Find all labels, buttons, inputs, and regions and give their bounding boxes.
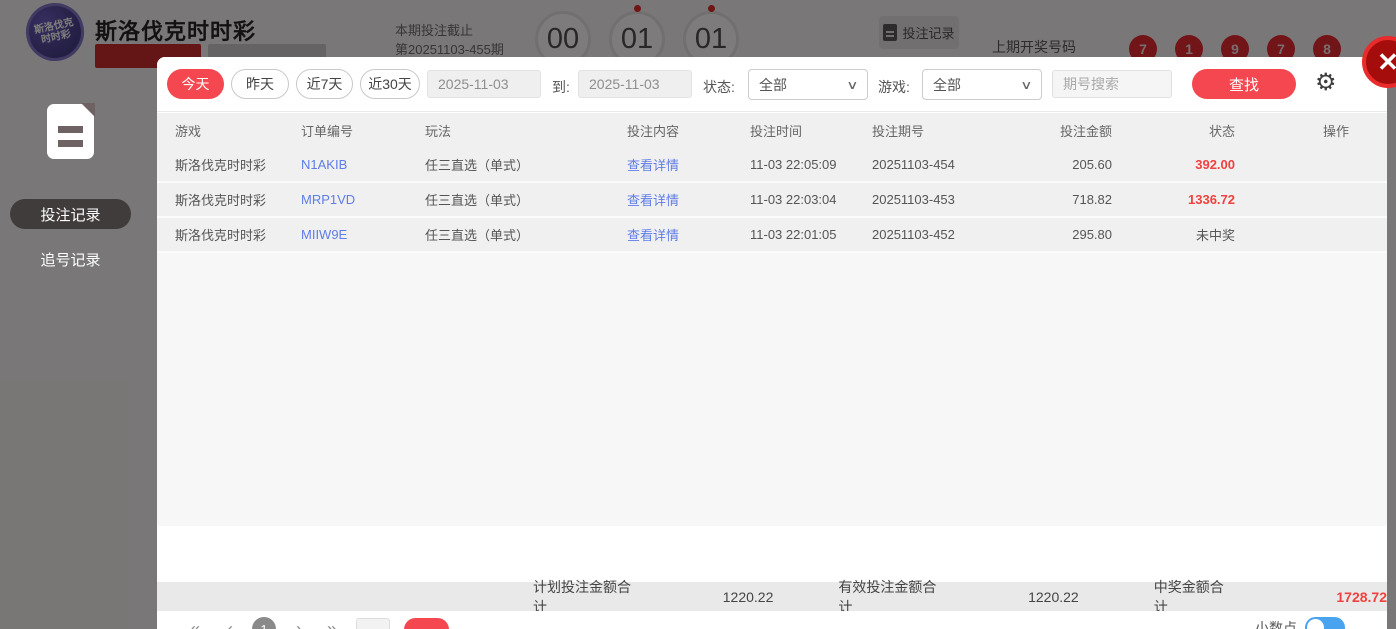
order-link[interactable]: N1AKIB	[301, 157, 347, 172]
date-from-input[interactable]	[427, 70, 541, 98]
cell-play: 任三直选（单式）	[425, 193, 530, 208]
bet-records-modal: 今天 昨天 近7天 近30天 到: 状态: 全部 ∨ 游戏: 全部 ∨ 查找 ⚙…	[157, 57, 1387, 629]
filter-bar: 今天 昨天 近7天 近30天 到: 状态: 全部 ∨ 游戏: 全部 ∨ 查找 ⚙	[157, 57, 1387, 112]
cell-status: 未中奖	[1195, 228, 1235, 243]
page-jump-input[interactable]	[356, 617, 390, 629]
status-select-value: 全部	[759, 76, 787, 93]
header-action: 操作	[1322, 124, 1349, 139]
cell-game: 斯洛伐克时时彩	[175, 158, 267, 173]
order-link[interactable]: MIIW9E	[301, 227, 347, 242]
sidebar-item-bet-records[interactable]: 投注记录	[10, 199, 131, 229]
decimal-label: 小数点	[1255, 619, 1297, 629]
last-page-button[interactable]: »	[322, 619, 342, 629]
view-details-link[interactable]: 查看详情	[627, 228, 679, 243]
game-select-value: 全部	[933, 76, 961, 93]
quick-filter-30days[interactable]: 近30天	[360, 69, 420, 99]
cell-amount: 295.80	[1072, 227, 1112, 242]
cell-status: 1336.72	[1188, 192, 1235, 207]
decimal-toggle[interactable]	[1305, 617, 1345, 629]
game-select[interactable]: 全部 ∨	[922, 69, 1042, 100]
header-content: 投注内容	[627, 124, 680, 139]
header-status: 状态	[1208, 124, 1235, 139]
header-amount: 投注金额	[1059, 124, 1112, 139]
cell-amount: 718.82	[1072, 192, 1112, 207]
cell-issue: 20251103-454	[872, 157, 955, 172]
table-row: 斯洛伐克时时彩 MRP1VD 任三直选（单式） 查看详情 11-03 22:03…	[157, 183, 1387, 218]
date-to-input[interactable]	[578, 70, 692, 98]
header-game: 游戏	[175, 124, 202, 139]
cell-time: 11-03 22:01:05	[750, 227, 837, 242]
pagination-bar: « ‹ 1 › » 小数点	[157, 611, 1387, 629]
page-jump-button[interactable]	[404, 617, 449, 629]
status-label: 状态:	[703, 79, 735, 95]
cell-issue: 20251103-452	[872, 227, 955, 242]
quick-filter-yesterday[interactable]: 昨天	[231, 69, 289, 99]
records-icon	[47, 103, 95, 159]
table-row: 斯洛伐克时时彩 N1AKIB 任三直选（单式） 查看详情 11-03 22:05…	[157, 148, 1387, 183]
header-play: 玩法	[425, 124, 452, 139]
cell-game: 斯洛伐克时时彩	[175, 228, 267, 243]
valid-total-value: 1220.22	[1028, 588, 1079, 605]
records-table: 游戏 订单编号 玩法 投注内容 投注时间 投注期号 投注金额 状态 操作 斯洛伐…	[157, 113, 1387, 526]
cell-amount: 205.60	[1072, 157, 1112, 172]
cell-issue: 20251103-453	[872, 192, 955, 207]
chevron-down-icon: ∨	[846, 77, 859, 92]
header-issue: 投注期号	[872, 124, 925, 139]
first-page-button[interactable]: «	[185, 619, 205, 629]
folded-corner	[81, 103, 95, 117]
cell-time: 11-03 22:03:04	[750, 192, 837, 207]
next-page-button[interactable]: ›	[289, 619, 309, 629]
chevron-down-icon: ∨	[1020, 77, 1033, 92]
modal-sidebar: 投注记录 追号记录	[0, 57, 157, 629]
header-order: 订单编号	[301, 124, 354, 139]
issue-search-input[interactable]	[1052, 70, 1172, 98]
cell-play: 任三直选（单式）	[425, 228, 530, 243]
view-details-link[interactable]: 查看详情	[627, 158, 679, 173]
prev-page-button[interactable]: ‹	[220, 619, 240, 629]
planned-total-value: 1220.22	[722, 588, 774, 605]
totals-bar: 计划投注金额合计 1220.22 有效投注金额合计 1220.22 中奖金额合计…	[157, 579, 1387, 615]
status-select[interactable]: 全部 ∨	[748, 69, 868, 100]
screen: 斯洛伐克 时时彩 斯洛伐克时时彩 本期投注截止 第20251103-455期 0…	[0, 0, 1396, 629]
view-details-link[interactable]: 查看详情	[627, 193, 679, 208]
win-total-value: 1728.72	[1336, 588, 1387, 605]
quick-filter-7days[interactable]: 近7天	[296, 69, 353, 99]
table-header: 游戏 订单编号 玩法 投注内容 投注时间 投注期号 投注金额 状态 操作	[157, 113, 1387, 148]
sidebar-item-chase-records[interactable]: 追号记录	[10, 244, 131, 274]
order-link[interactable]: MRP1VD	[301, 192, 355, 207]
table-row: 斯洛伐克时时彩 MIIW9E 任三直选（单式） 查看详情 11-03 22:01…	[157, 218, 1387, 253]
cell-game: 斯洛伐克时时彩	[175, 193, 267, 208]
to-label: 到:	[552, 79, 570, 95]
quick-filter-today[interactable]: 今天	[167, 69, 224, 99]
gear-icon[interactable]: ⚙	[1315, 68, 1337, 98]
toggle-knob	[1307, 619, 1324, 629]
cell-status: 392.00	[1195, 157, 1235, 172]
search-button[interactable]: 查找	[1192, 69, 1296, 99]
decimal-toggle-group: 小数点	[1255, 617, 1345, 629]
current-page-badge[interactable]: 1	[252, 617, 276, 629]
cell-time: 11-03 22:05:09	[750, 157, 837, 172]
header-time: 投注时间	[750, 124, 803, 139]
cell-play: 任三直选（单式）	[425, 158, 530, 173]
game-label: 游戏:	[878, 79, 910, 95]
